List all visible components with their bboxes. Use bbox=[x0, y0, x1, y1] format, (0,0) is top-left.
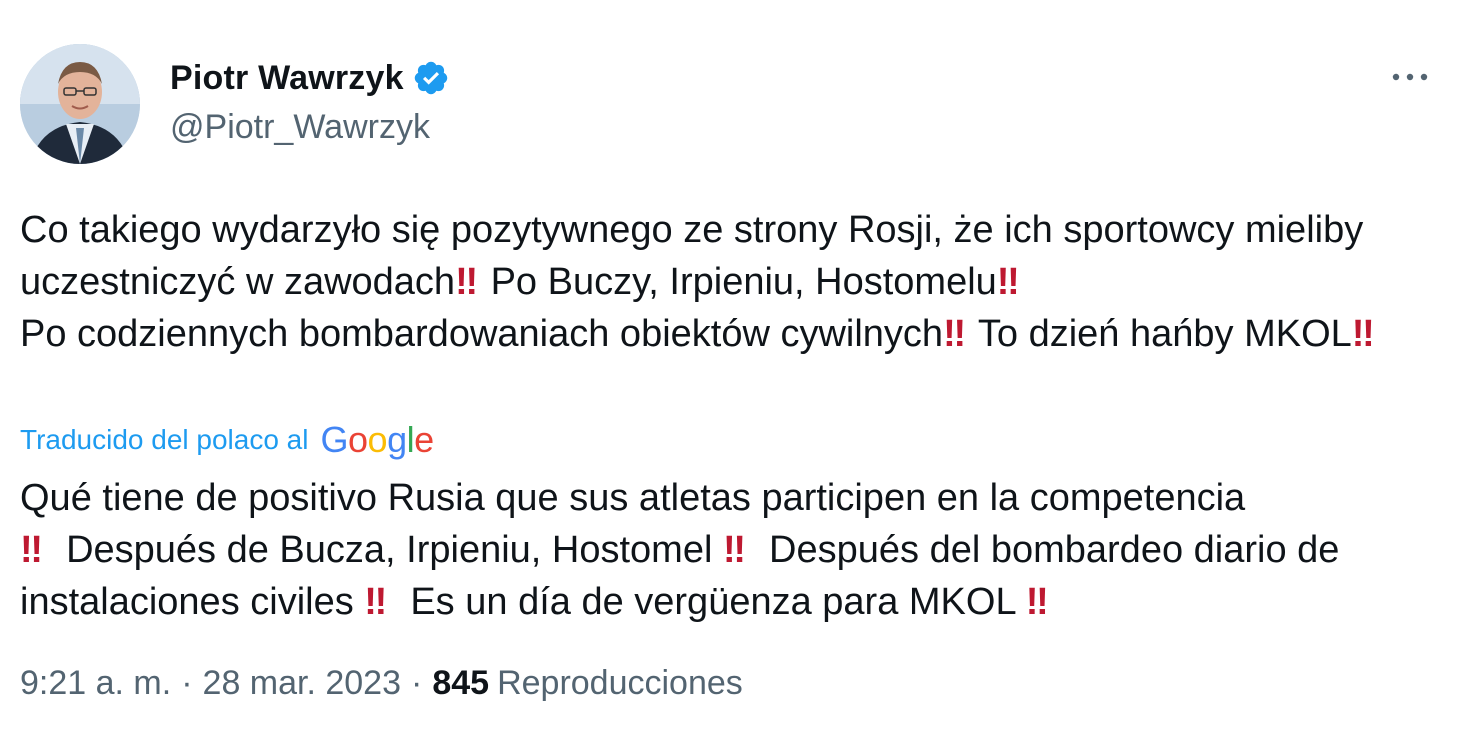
text-segment: To dzień hańby MKOL bbox=[968, 313, 1352, 355]
display-name[interactable]: Piotr Wawrzyk bbox=[170, 59, 404, 98]
more-options-button[interactable] bbox=[1390, 64, 1430, 90]
meta-separator: · bbox=[411, 664, 423, 702]
avatar-photo-icon bbox=[20, 44, 140, 164]
handle[interactable]: @Piotr_Wawrzyk bbox=[170, 108, 450, 147]
translated-text: Qué tiene de positivo Rusia que sus atle… bbox=[20, 472, 1440, 628]
double-exclamation-icon: ‼ bbox=[1025, 581, 1049, 623]
author-block: Piotr Wawrzyk @Piotr_Wawrzyk bbox=[170, 58, 450, 147]
text-segment: Qué tiene de positivo Rusia que sus atle… bbox=[20, 477, 1246, 519]
double-exclamation-icon: ‼ bbox=[1351, 313, 1375, 355]
tweet-meta: 9:21 a. m. · 28 mar. 2023 · 845 Reproduc… bbox=[20, 664, 743, 703]
tweet-date[interactable]: 28 mar. 2023 bbox=[203, 664, 401, 703]
more-horizontal-icon bbox=[1392, 73, 1428, 81]
text-segment: Después de Bucza, Irpieniu, Hostomel bbox=[44, 529, 723, 571]
translation-attribution[interactable]: Traducido del polaco al Google bbox=[20, 418, 434, 462]
text-segment: Es un día de vergüenza para MKOL bbox=[389, 581, 1026, 623]
tweet-card: Piotr Wawrzyk @Piotr_Wawrzyk Co takiego … bbox=[0, 0, 1482, 738]
tweet-text: Co takiego wydarzyło się pozytywnego ze … bbox=[20, 204, 1440, 360]
views-count[interactable]: 845 bbox=[432, 664, 489, 703]
tweet-header: Piotr Wawrzyk @Piotr_Wawrzyk bbox=[20, 44, 1442, 168]
double-exclamation-icon: ‼ bbox=[943, 313, 966, 355]
double-exclamation-icon: ‼ bbox=[364, 581, 387, 623]
name-row: Piotr Wawrzyk bbox=[170, 58, 450, 98]
tweet-time[interactable]: 9:21 a. m. bbox=[20, 664, 171, 703]
text-segment: Po Buczy, Irpieniu, Hostomelu bbox=[480, 261, 997, 303]
double-exclamation-icon: ‼ bbox=[455, 261, 478, 303]
avatar[interactable] bbox=[20, 44, 140, 164]
double-exclamation-icon: ‼ bbox=[722, 529, 746, 571]
double-exclamation-icon: ‼ bbox=[996, 261, 1020, 303]
double-exclamation-icon: ‼ bbox=[20, 529, 43, 571]
google-logo: Google bbox=[320, 419, 434, 460]
meta-separator: · bbox=[181, 664, 193, 702]
text-segment: Po codziennych bombardowaniach obiektów … bbox=[20, 313, 944, 355]
views-label[interactable]: Reproducciones bbox=[497, 664, 743, 703]
verified-badge-icon[interactable] bbox=[412, 59, 450, 97]
translation-label[interactable]: Traducido del polaco al bbox=[20, 424, 308, 456]
